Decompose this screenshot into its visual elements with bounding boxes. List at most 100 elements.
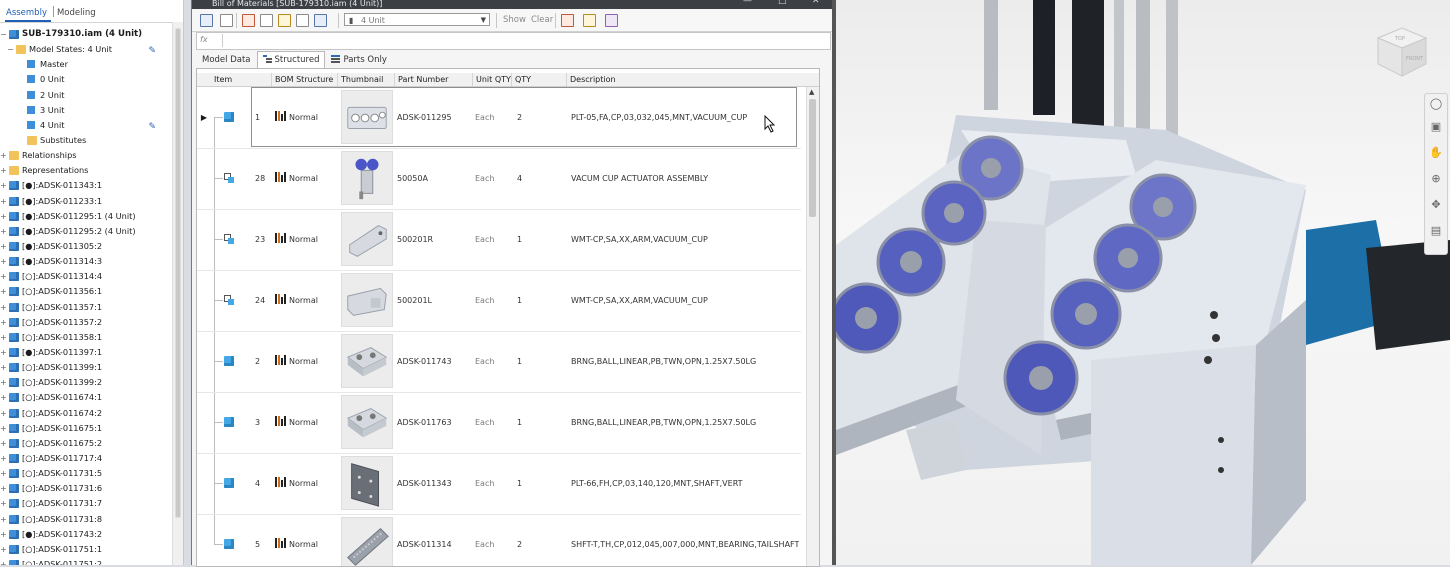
browser-node[interactable]: − SUB-179310.iam (4 Unit) bbox=[0, 27, 172, 42]
expand-icon[interactable]: + bbox=[0, 284, 7, 299]
minimize-icon[interactable]: — bbox=[743, 0, 752, 6]
browser-node[interactable]: + Relationships bbox=[0, 148, 172, 163]
part-number-merge-icon[interactable] bbox=[220, 14, 233, 27]
export-bom-icon[interactable] bbox=[200, 14, 213, 27]
column-header-item[interactable]: Item bbox=[211, 73, 271, 86]
scrollbar-thumb[interactable] bbox=[809, 99, 816, 217]
column-header-unit-qty[interactable]: Unit QTY bbox=[472, 73, 511, 86]
bom-settings-icon[interactable] bbox=[278, 14, 291, 27]
pan-hand-icon[interactable]: ✋ bbox=[1429, 146, 1443, 160]
browser-node[interactable]: + [○]:ADSK-011357:2 bbox=[0, 315, 172, 330]
browser-node[interactable]: + [○]:ADSK-011731:8 bbox=[0, 512, 172, 527]
cell-part[interactable]: ADSK-011763 bbox=[397, 392, 452, 453]
cell-desc[interactable]: VACUM CUP ACTUATOR ASSEMBLY bbox=[571, 148, 708, 209]
cell-bom-structure[interactable]: Normal bbox=[275, 392, 318, 453]
browser-node[interactable]: + [○]:ADSK-011675:2 bbox=[0, 436, 172, 451]
table-row[interactable]: 4 ADSK-011343 Each 1 PLT-66,FH,CP,03,140,120… bbox=[197, 453, 801, 515]
expand-icon[interactable]: + bbox=[0, 527, 7, 542]
expand-icon[interactable]: + bbox=[0, 178, 7, 193]
cell-bom-structure[interactable]: Normal bbox=[275, 87, 318, 148]
column-header-qty[interactable]: QTY bbox=[511, 73, 566, 86]
cell-desc[interactable]: BRNG,BALL,LINEAR,PB,TWN,OPN,1.25X7.50LG bbox=[571, 392, 756, 453]
show-button[interactable]: Show bbox=[503, 15, 526, 25]
expand-icon[interactable]: + bbox=[0, 239, 7, 254]
cell-item[interactable]: 2 bbox=[255, 331, 260, 392]
graphics-viewport[interactable] bbox=[836, 0, 1450, 565]
cell-item[interactable]: 5 bbox=[255, 514, 260, 566]
collapse-icon[interactable]: − bbox=[7, 42, 14, 57]
zoom-icon[interactable]: ⊕ bbox=[1429, 172, 1443, 186]
expand-icon[interactable]: + bbox=[0, 315, 7, 330]
window-titlebar[interactable]: Bill of Materials [SUB-179310.iam (4 Uni… bbox=[192, 0, 834, 9]
browser-node[interactable]: + [○]:ADSK-011358:1 bbox=[0, 330, 172, 345]
column-header-part-number[interactable]: Part Number bbox=[394, 73, 472, 86]
cell-unit[interactable]: Each bbox=[475, 87, 494, 148]
cell-desc[interactable]: WMT-CP,SA,XX,ARM,VACUUM_CUP bbox=[571, 270, 708, 331]
clear-button[interactable]: Clear bbox=[531, 15, 553, 25]
cell-part[interactable]: 500201R bbox=[397, 209, 433, 270]
tab-assembly[interactable]: Assembly bbox=[5, 8, 51, 22]
expand-icon[interactable]: + bbox=[0, 481, 7, 496]
scroll-up-icon[interactable]: ▲ bbox=[809, 88, 814, 96]
cell-qty[interactable]: 2 bbox=[517, 514, 522, 566]
browser-node[interactable]: + [●]:ADSK-011314:3 bbox=[0, 254, 172, 269]
cell-desc[interactable]: PLT-05,FA,CP,03,032,045,MNT,VACUUM_CUP bbox=[571, 87, 747, 148]
cell-bom-structure[interactable]: Normal bbox=[275, 270, 318, 331]
browser-node[interactable]: + [●]:ADSK-011295:2 (4 Unit) bbox=[0, 224, 172, 239]
column-header-description[interactable]: Description bbox=[566, 73, 797, 86]
browser-node[interactable]: + [●]:ADSK-011743:2 bbox=[0, 527, 172, 542]
browser-node[interactable]: Substitutes bbox=[0, 133, 172, 148]
tab-structured[interactable]: Structured bbox=[256, 51, 326, 69]
table-row[interactable]: ▶ 1 ADSK-011295 Each 2 PLT-05,FA,CP,03,032,04… bbox=[197, 87, 801, 149]
expand-icon[interactable]: + bbox=[0, 224, 7, 239]
expand-icon[interactable]: + bbox=[0, 406, 7, 421]
column-header-bom-structure[interactable]: BOM Structure bbox=[271, 73, 337, 86]
browser-node[interactable]: + [●]:ADSK-011343:1 bbox=[0, 178, 172, 193]
cell-part[interactable]: ADSK-011314 bbox=[397, 514, 452, 566]
cell-desc[interactable]: PLT-66,FH,CP,03,140,120,MNT,SHAFT,VERT bbox=[571, 453, 743, 514]
browser-node[interactable]: 2 Unit bbox=[0, 88, 172, 103]
expand-icon[interactable]: + bbox=[0, 421, 7, 436]
cell-part[interactable]: ADSK-011295 bbox=[397, 87, 452, 148]
expand-icon[interactable]: + bbox=[0, 254, 7, 269]
cell-unit[interactable]: Each bbox=[475, 392, 494, 453]
add-custom-iproperty-icon[interactable] bbox=[583, 14, 596, 27]
cell-qty[interactable]: 2 bbox=[517, 87, 522, 148]
table-row[interactable]: 3 ADSK-011763 Each 1 BRNG,BALL,LINEAR,PB,TWN… bbox=[197, 392, 801, 454]
update-mass-icon[interactable] bbox=[296, 14, 309, 27]
formula-bar[interactable]: fx bbox=[196, 32, 831, 50]
viewcube[interactable]: TOP FRONT bbox=[1370, 20, 1432, 80]
column-header-thumbnail[interactable]: Thumbnail bbox=[337, 73, 394, 86]
cell-part[interactable]: ADSK-011743 bbox=[397, 331, 452, 392]
browser-node[interactable]: + [○]:ADSK-011751:1 bbox=[0, 542, 172, 557]
expand-icon[interactable]: + bbox=[0, 163, 7, 178]
expand-icon[interactable]: + bbox=[0, 375, 7, 390]
cell-qty[interactable]: 1 bbox=[517, 453, 522, 514]
cell-unit[interactable]: Each bbox=[475, 331, 494, 392]
browser-node[interactable]: + [○]:ADSK-011731:6 bbox=[0, 481, 172, 496]
expand-icon[interactable]: + bbox=[0, 269, 7, 284]
browser-node[interactable]: 4 Unit ✎ bbox=[0, 118, 172, 133]
cell-desc[interactable]: SHFT-T,TH,CP,012,045,007,000,MNT,BEARING… bbox=[571, 514, 799, 566]
browser-node[interactable]: + [○]:ADSK-011731:7 bbox=[0, 496, 172, 511]
scrollbar-thumb[interactable] bbox=[175, 28, 181, 518]
browser-node[interactable]: + Representations bbox=[0, 163, 172, 178]
cell-bom-structure[interactable]: Normal bbox=[275, 209, 318, 270]
browser-node[interactable]: + [○]:ADSK-011717:4 bbox=[0, 451, 172, 466]
help-icon[interactable] bbox=[605, 14, 618, 27]
expand-icon[interactable]: + bbox=[0, 330, 7, 345]
browser-node[interactable]: + [○]:ADSK-011399:2 bbox=[0, 375, 172, 390]
cell-part[interactable]: 50050A bbox=[397, 148, 428, 209]
expand-icon[interactable]: + bbox=[0, 451, 7, 466]
cell-bom-structure[interactable]: Normal bbox=[275, 331, 318, 392]
maximize-icon[interactable]: □ bbox=[778, 0, 787, 6]
expand-icon[interactable]: + bbox=[0, 436, 7, 451]
browser-node[interactable]: 3 Unit bbox=[0, 103, 172, 118]
cell-qty[interactable]: 1 bbox=[517, 392, 522, 453]
cell-part[interactable]: ADSK-011343 bbox=[397, 453, 452, 514]
browser-node[interactable]: + [○]:ADSK-011356:1 bbox=[0, 284, 172, 299]
row-selector-icon[interactable]: ▶ bbox=[199, 87, 209, 148]
cell-unit[interactable]: Each bbox=[475, 270, 494, 331]
sort-items-icon[interactable] bbox=[260, 14, 273, 27]
browser-node[interactable]: + [○]:ADSK-011751:2 bbox=[0, 557, 172, 565]
